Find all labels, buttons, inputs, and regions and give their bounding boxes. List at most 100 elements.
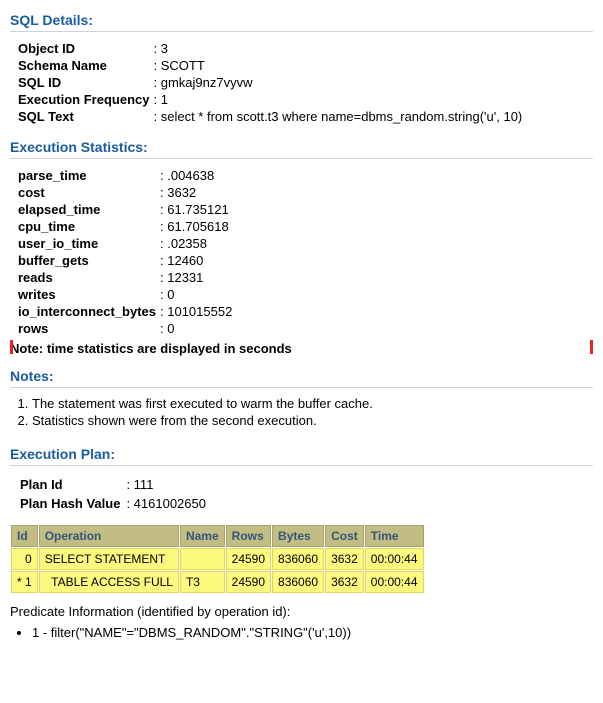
kv-row: Schema Name: SCOTT [16, 57, 524, 74]
kv-row: parse_time: .004638 [16, 167, 234, 184]
kv-val: : SCOTT [151, 57, 524, 74]
kv-key: reads [16, 269, 158, 286]
kv-row: buffer_gets: 12460 [16, 252, 234, 269]
left-marker [10, 340, 13, 354]
kv-val-text: .02358 [167, 236, 207, 251]
kv-key: buffer_gets [16, 252, 158, 269]
kv-val-text: 12331 [167, 270, 203, 285]
cell-rows: 24590 [226, 571, 271, 593]
kv-key: Plan Id [18, 476, 122, 493]
col-op: Operation [39, 525, 179, 547]
kv-val: : 12331 [158, 269, 234, 286]
kv-val: : 0 [158, 286, 234, 303]
kv-val-text: SCOTT [161, 58, 205, 73]
kv-row: Plan Hash Value: 4161002650 [18, 495, 208, 512]
kv-key: SQL Text [16, 108, 151, 125]
cell-id: * 1 [11, 571, 38, 593]
kv-key: rows [16, 320, 158, 337]
kv-row: writes: 0 [16, 286, 234, 303]
cell-name [180, 548, 225, 570]
plan-row: * 1 TABLE ACCESS FULL T3 24590 836060 36… [11, 571, 424, 593]
col-rows: Rows [226, 525, 271, 547]
kv-val-text: 101015552 [167, 304, 232, 319]
cell-name: T3 [180, 571, 225, 593]
kv-val: : 12460 [158, 252, 234, 269]
kv-val: : 101015552 [158, 303, 234, 320]
kv-row: user_io_time: .02358 [16, 235, 234, 252]
kv-val: : select * from scott.t3 where name=dbms… [151, 108, 524, 125]
kv-val-text: 3 [161, 41, 168, 56]
kv-val-text: 3632 [167, 185, 196, 200]
kv-key: SQL ID [16, 74, 151, 91]
kv-val: : 3632 [158, 184, 234, 201]
cell-time: 00:00:44 [365, 571, 424, 593]
kv-val-text: .004638 [167, 168, 214, 183]
kv-val: : 3 [151, 40, 524, 57]
kv-key: Schema Name [16, 57, 151, 74]
kv-val-text: 1 [161, 92, 168, 107]
predicate-item: 1 - filter("NAME"="DBMS_RANDOM"."STRING"… [32, 625, 593, 640]
kv-val-text: 4161002650 [134, 496, 206, 511]
cell-op: TABLE ACCESS FULL [39, 571, 179, 593]
predicate-list: 1 - filter("NAME"="DBMS_RANDOM"."STRING"… [32, 625, 593, 640]
kv-val-text: 61.705618 [167, 219, 228, 234]
kv-row: Execution Frequency: 1 [16, 91, 524, 108]
col-time: Time [365, 525, 424, 547]
cell-bytes: 836060 [272, 571, 324, 593]
kv-val: : 1 [151, 91, 524, 108]
note-item: The statement was first executed to warm… [32, 396, 593, 411]
cell-id: 0 [11, 548, 38, 570]
kv-val: : .004638 [158, 167, 234, 184]
kv-key: parse_time [16, 167, 158, 184]
kv-row: reads: 12331 [16, 269, 234, 286]
kv-val-text: select * from scott.t3 where name=dbms_r… [161, 109, 523, 124]
kv-row: elapsed_time: 61.735121 [16, 201, 234, 218]
notes-list: The statement was first executed to warm… [32, 396, 593, 428]
kv-val: : gmkaj9nz7vyvw [151, 74, 524, 91]
kv-row: cpu_time: 61.705618 [16, 218, 234, 235]
kv-row: SQL ID: gmkaj9nz7vyvw [16, 74, 524, 91]
kv-key: Execution Frequency [16, 91, 151, 108]
predicate-label: Predicate Information (identified by ope… [10, 604, 593, 619]
kv-row: SQL Text: select * from scott.t3 where n… [16, 108, 524, 125]
kv-key: Plan Hash Value [18, 495, 122, 512]
kv-key: cost [16, 184, 158, 201]
stats-note: Note: time statistics are displayed in s… [10, 341, 593, 356]
kv-val: : 4161002650 [124, 495, 208, 512]
col-cost: Cost [325, 525, 364, 547]
kv-key: user_io_time [16, 235, 158, 252]
plan-row: 0 SELECT STATEMENT 24590 836060 3632 00:… [11, 548, 424, 570]
cell-cost: 3632 [325, 571, 364, 593]
kv-key: Object ID [16, 40, 151, 57]
kv-val-text: gmkaj9nz7vyvw [161, 75, 253, 90]
kv-row: io_interconnect_bytes: 101015552 [16, 303, 234, 320]
kv-row: cost: 3632 [16, 184, 234, 201]
cell-rows: 24590 [226, 548, 271, 570]
cell-cost: 3632 [325, 548, 364, 570]
kv-val-text: 12460 [167, 253, 203, 268]
kv-row: Plan Id: 111 [18, 476, 208, 493]
kv-key: io_interconnect_bytes [16, 303, 158, 320]
kv-row: Object ID: 3 [16, 40, 524, 57]
kv-val-text: 0 [167, 321, 174, 336]
right-marker [590, 340, 593, 354]
exec-stats-header: Execution Statistics: [10, 139, 593, 159]
plan-table: Id Operation Name Rows Bytes Cost Time 0… [10, 524, 425, 594]
kv-val: : 61.735121 [158, 201, 234, 218]
plan-header-row: Id Operation Name Rows Bytes Cost Time [11, 525, 424, 547]
sql-details-header: SQL Details: [10, 12, 593, 32]
kv-val-text: 0 [167, 287, 174, 302]
exec-stats-table: parse_time: .004638 cost: 3632 elapsed_t… [16, 167, 234, 337]
kv-val-text: 111 [134, 477, 154, 492]
col-bytes: Bytes [272, 525, 324, 547]
kv-val-text: 61.735121 [167, 202, 228, 217]
kv-key: elapsed_time [16, 201, 158, 218]
exec-plan-header: Execution Plan: [10, 446, 593, 466]
cell-op: SELECT STATEMENT [39, 548, 179, 570]
kv-val: : 111 [124, 476, 208, 493]
kv-val: : 61.705618 [158, 218, 234, 235]
sql-details-table: Object ID: 3 Schema Name: SCOTT SQL ID: … [16, 40, 524, 125]
cell-time: 00:00:44 [365, 548, 424, 570]
note-item: Statistics shown were from the second ex… [32, 413, 593, 428]
kv-val: : .02358 [158, 235, 234, 252]
